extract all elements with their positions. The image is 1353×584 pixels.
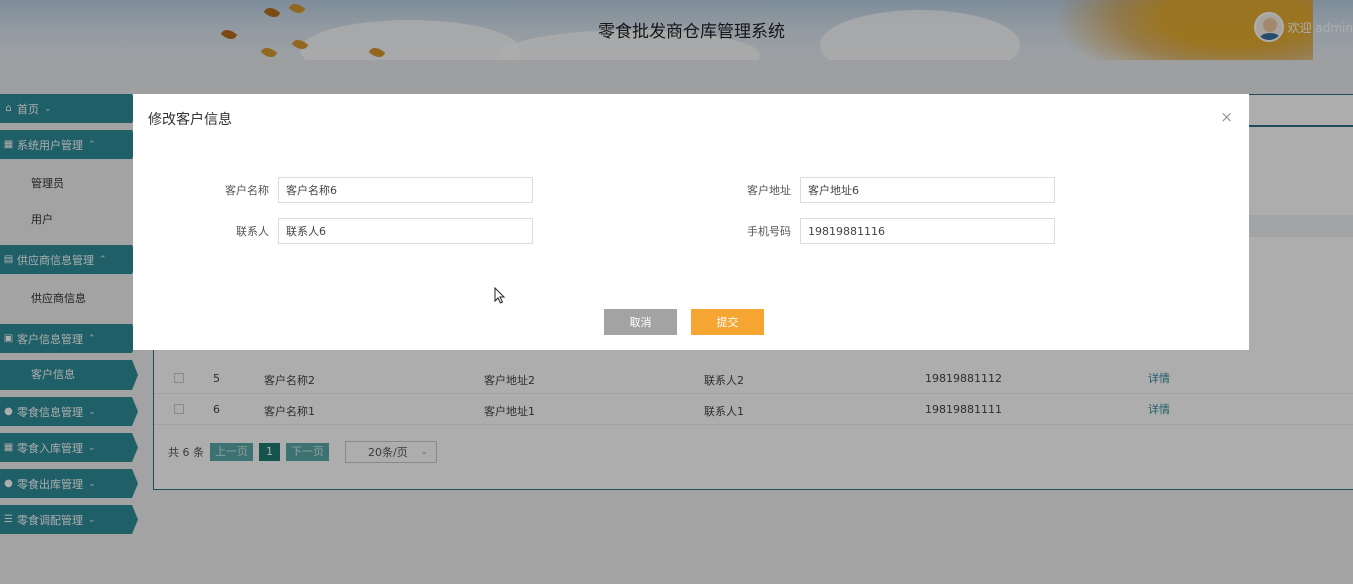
customer-address-input[interactable] — [800, 177, 1055, 203]
mouse-cursor-icon — [494, 287, 506, 304]
dialog-title: 修改客户信息 — [148, 112, 232, 128]
edit-customer-dialog: 修改客户信息 × 客户名称 客户地址 联系人 手机号码 取消 提交 — [133, 94, 1249, 350]
contact-label: 联系人 — [236, 225, 269, 238]
phone-input[interactable] — [800, 218, 1055, 244]
close-icon[interactable]: × — [1220, 108, 1233, 126]
phone-label: 手机号码 — [747, 225, 791, 238]
customer-address-label: 客户地址 — [747, 184, 791, 197]
cancel-button[interactable]: 取消 — [604, 309, 677, 335]
contact-input[interactable] — [278, 218, 533, 244]
submit-button[interactable]: 提交 — [691, 309, 764, 335]
customer-name-label: 客户名称 — [225, 184, 269, 197]
customer-name-input[interactable] — [278, 177, 533, 203]
